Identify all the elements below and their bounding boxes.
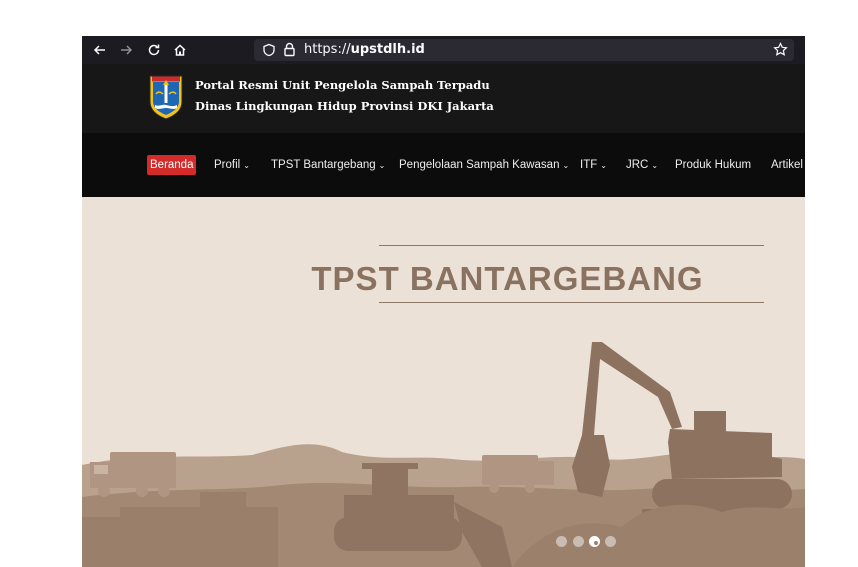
nav-item-pengelolaan-sampah-kawasan[interactable]: Pengelolaan Sampah Kawasan ⌄ [399, 155, 569, 175]
nav-item-label: Artikel [771, 159, 803, 171]
forward-button[interactable] [116, 40, 136, 60]
nav-item-produk-hukum[interactable]: Produk Hukum [675, 155, 751, 175]
browser-window: https://upstdlh.id Portal Resmi Unit Pen… [82, 36, 805, 567]
url-host: upstdlh.id [350, 42, 425, 57]
back-button[interactable] [90, 40, 110, 60]
chevron-down-icon: ⌄ [243, 161, 250, 170]
nav-item-profil[interactable]: Profil ⌄ [214, 155, 250, 175]
arrow-left-icon [93, 45, 105, 55]
chevron-down-icon: ⌄ [600, 161, 607, 170]
reload-icon [148, 44, 160, 56]
arrow-right-icon [121, 45, 133, 55]
nav-item-label: JRC [626, 159, 649, 171]
slider-dot-2[interactable] [573, 536, 584, 547]
nav-item-label: Produk Hukum [675, 159, 752, 171]
nav-item-jrc[interactable]: JRC ⌄ [626, 155, 658, 175]
url-prefix: https:// [304, 42, 351, 57]
nav-item-beranda[interactable]: Beranda [147, 155, 197, 175]
slider-dot-4[interactable] [605, 536, 616, 547]
nav-item-label: Beranda [150, 159, 194, 171]
slider-dot-3-active[interactable] [589, 536, 600, 547]
nav-item-label: ITF [580, 159, 598, 171]
nav-item-tpst-bantargebang[interactable]: TPST Bantargebang ⌄ [271, 155, 385, 175]
nav-item-artikel[interactable]: Artikel [771, 155, 803, 175]
reload-button[interactable] [144, 40, 164, 60]
url-text[interactable]: https://upstdlh.id [304, 42, 425, 57]
chevron-down-icon: ⌄ [651, 161, 659, 170]
nav-item-label: TPST Bantargebang [271, 159, 376, 171]
heavy-equipment-silhouette [82, 342, 805, 567]
slider-dot-1[interactable] [556, 536, 567, 547]
lock-icon[interactable] [283, 42, 296, 57]
nav-item-label: Profil [214, 159, 241, 171]
home-icon [174, 44, 186, 56]
home-button[interactable] [170, 40, 190, 60]
browser-toolbar: https://upstdlh.id [82, 36, 805, 64]
site-title-line1[interactable]: Portal Resmi Unit Pengelola Sampah Terpa… [195, 78, 490, 92]
site-title-line2[interactable]: Dinas Lingkungan Hidup Provinsi DKI Jaka… [195, 99, 494, 113]
chevron-down-icon: ⌄ [378, 161, 386, 170]
address-bar[interactable]: https://upstdlh.id [254, 39, 794, 61]
dki-jakarta-emblem-logo[interactable] [147, 72, 185, 120]
hero-slider[interactable]: TPST BANTARGEBANG [82, 197, 805, 567]
chevron-down-icon: ⌄ [562, 161, 570, 170]
main-navbar: Beranda Profil ⌄ TPST Bantargebang ⌄ Penge… [82, 133, 805, 197]
tracking-protection-icon[interactable] [262, 43, 276, 57]
star-icon[interactable] [773, 42, 788, 57]
nav-item-label: Pengelolaan Sampah Kawasan [399, 159, 560, 171]
nav-item-itf[interactable]: ITF ⌄ [580, 155, 607, 175]
